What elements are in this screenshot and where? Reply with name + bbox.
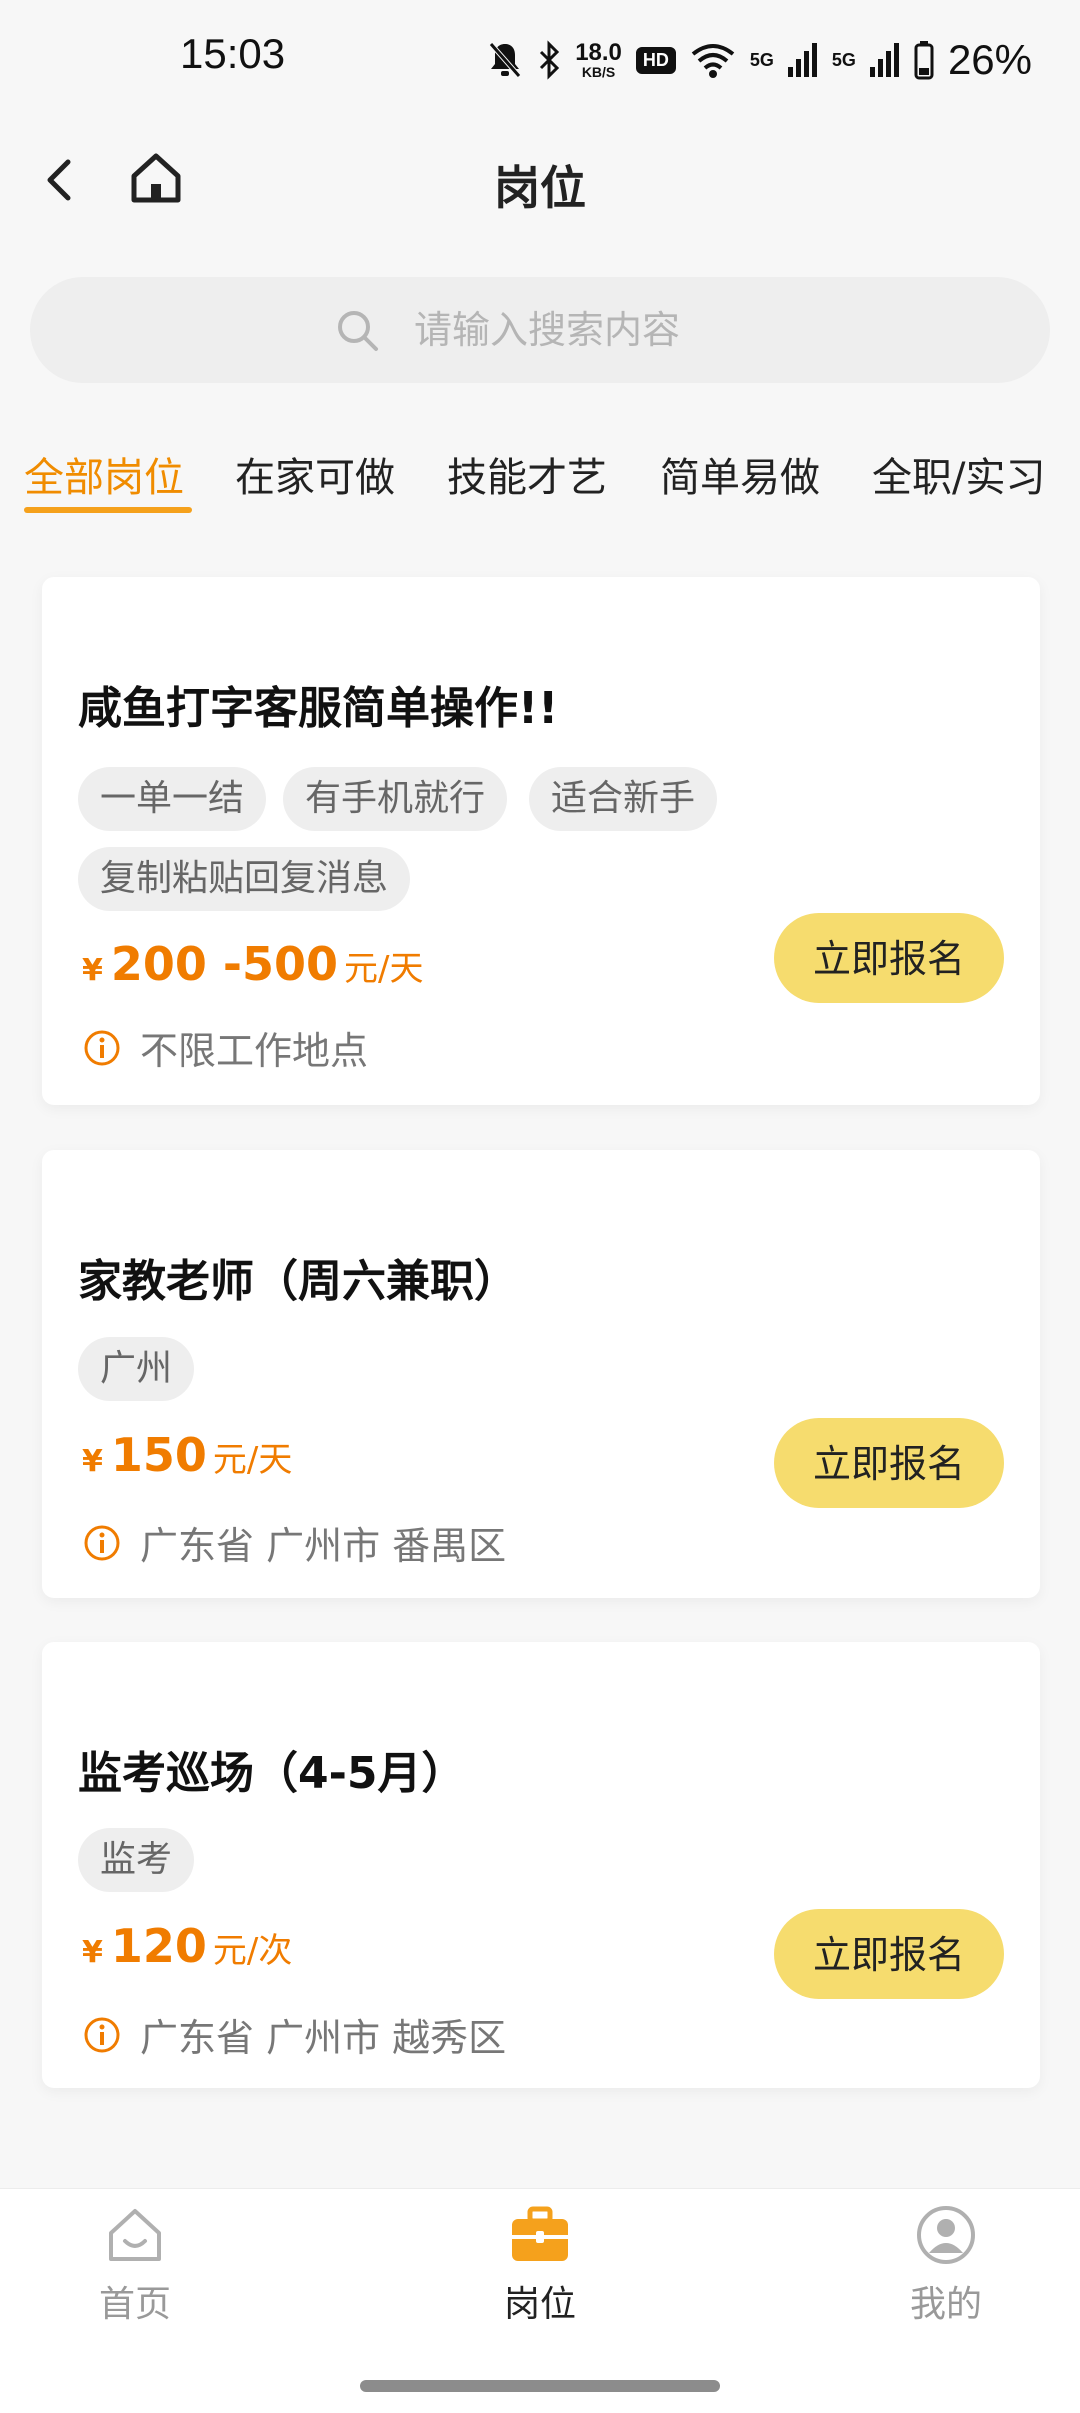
tab-skills-talents[interactable]: 技能才艺 — [447, 445, 607, 503]
active-tab-underline — [24, 507, 192, 513]
home-smile-icon — [109, 2209, 161, 2261]
nav-item-mine[interactable]: 我的 — [846, 2203, 1046, 2327]
battery-icon — [914, 41, 934, 80]
home-indicator[interactable] — [360, 2380, 720, 2392]
salary-unit: 元/天 — [344, 949, 424, 989]
user-circle-icon — [917, 2206, 975, 2264]
nav-item-jobs[interactable]: 岗位 — [440, 2203, 640, 2327]
currency-symbol: ¥ — [82, 1444, 103, 1479]
salary-amount: 200 -500 — [110, 937, 339, 991]
net-speed: 18.0 KB/S — [575, 39, 622, 80]
category-tabs: 全部岗位 在家可做 技能才艺 简单易做 全职/实习 — [0, 425, 1080, 535]
search-icon — [338, 311, 378, 351]
net-speed-unit: KB/S — [581, 64, 616, 80]
info-icon — [84, 1030, 120, 1065]
signal-bars-icon-2 — [869, 43, 899, 77]
apply-button[interactable]: 立即报名 — [774, 1909, 1004, 1999]
job-location: 不限工作地点 — [82, 1020, 368, 1075]
tab-fulltime-intern[interactable]: 全职/实习 — [872, 445, 1045, 503]
job-title: 监考巡场（4-5月） — [78, 1748, 466, 1799]
job-card[interactable]: 咸鱼打字客服简单操作!! 一单一结 有手机就行 适合新手 复制粘贴回复消息 ¥ … — [42, 577, 1040, 1105]
hd-badge: HD — [635, 46, 676, 74]
job-salary: ¥ 200 -500 元/天 — [82, 937, 424, 991]
job-title: 咸鱼打字客服简单操作!! — [78, 683, 559, 734]
mute-bell-icon — [489, 42, 522, 78]
header: 岗位 — [0, 120, 1080, 250]
apply-button[interactable]: 立即报名 — [774, 1418, 1004, 1508]
job-tag: 监考 — [78, 1828, 195, 1892]
status-icons: 18.0 KB/S HD 5G 5G 26% — [487, 28, 1032, 92]
signal-bars-icon — [787, 43, 817, 77]
salary-amount: 120 — [110, 1919, 207, 1973]
tab-all-jobs[interactable]: 全部岗位 — [24, 445, 184, 503]
bluetooth-icon — [540, 40, 560, 80]
location-text: 不限工作地点 — [140, 1029, 369, 1073]
search-bar[interactable] — [30, 277, 1050, 383]
page-title: 岗位 — [494, 161, 586, 215]
currency-symbol: ¥ — [82, 1935, 103, 1970]
nav-label-home: 首页 — [98, 2284, 171, 2325]
signal-5g-label: 5G — [749, 49, 774, 70]
currency-symbol: ¥ — [82, 953, 103, 988]
salary-amount: 150 — [110, 1428, 207, 1482]
wifi-icon — [691, 44, 735, 78]
job-card[interactable]: 家教老师（周六兼职） 广州 ¥ 150 元/天 广东省 广州市 番禺区 立即报名 — [42, 1150, 1040, 1598]
job-tag: 一单一结 — [78, 767, 267, 831]
job-tag: 复制粘贴回复消息 — [78, 847, 411, 911]
search-input[interactable] — [412, 307, 746, 353]
job-location: 广东省 广州市 越秀区 — [82, 2007, 506, 2062]
job-title: 家教老师（周六兼职） — [78, 1256, 518, 1307]
job-tag: 广州 — [78, 1337, 195, 1401]
job-tag: 有手机就行 — [283, 767, 508, 831]
battery-percent: 26% — [947, 36, 1032, 83]
tab-work-from-home[interactable]: 在家可做 — [235, 445, 395, 503]
apply-button[interactable]: 立即报名 — [774, 913, 1004, 1003]
salary-unit: 元/天 — [212, 1440, 293, 1480]
nav-label-mine: 我的 — [909, 2284, 982, 2325]
tab-simple-easy[interactable]: 简单易做 — [660, 445, 820, 503]
status-time: 15:03 — [180, 30, 286, 77]
location-text: 广东省 广州市 番禺区 — [140, 1524, 507, 1568]
nav-item-home[interactable]: 首页 — [35, 2203, 235, 2327]
briefcase-icon — [512, 2206, 568, 2261]
job-salary: ¥ 150 元/天 — [82, 1428, 292, 1482]
net-speed-value: 18.0 — [575, 39, 622, 66]
job-tag: 适合新手 — [529, 767, 718, 831]
status-bar: 15:03 18.0 KB/S HD 5G 5G 26% — [0, 0, 1080, 120]
salary-unit: 元/次 — [212, 1931, 293, 1971]
location-text: 广东省 广州市 越秀区 — [140, 2016, 507, 2060]
info-icon — [84, 2017, 120, 2052]
job-card[interactable]: 监考巡场（4-5月） 监考 ¥ 120 元/次 广东省 广州市 越秀区 立即报名 — [42, 1642, 1040, 2088]
nav-label-jobs: 岗位 — [503, 2284, 576, 2325]
job-salary: ¥ 120 元/次 — [82, 1919, 292, 1973]
job-location: 广东省 广州市 番禺区 — [82, 1515, 506, 1570]
info-icon — [84, 1525, 120, 1560]
signal-5g-label-2: 5G — [831, 49, 856, 70]
